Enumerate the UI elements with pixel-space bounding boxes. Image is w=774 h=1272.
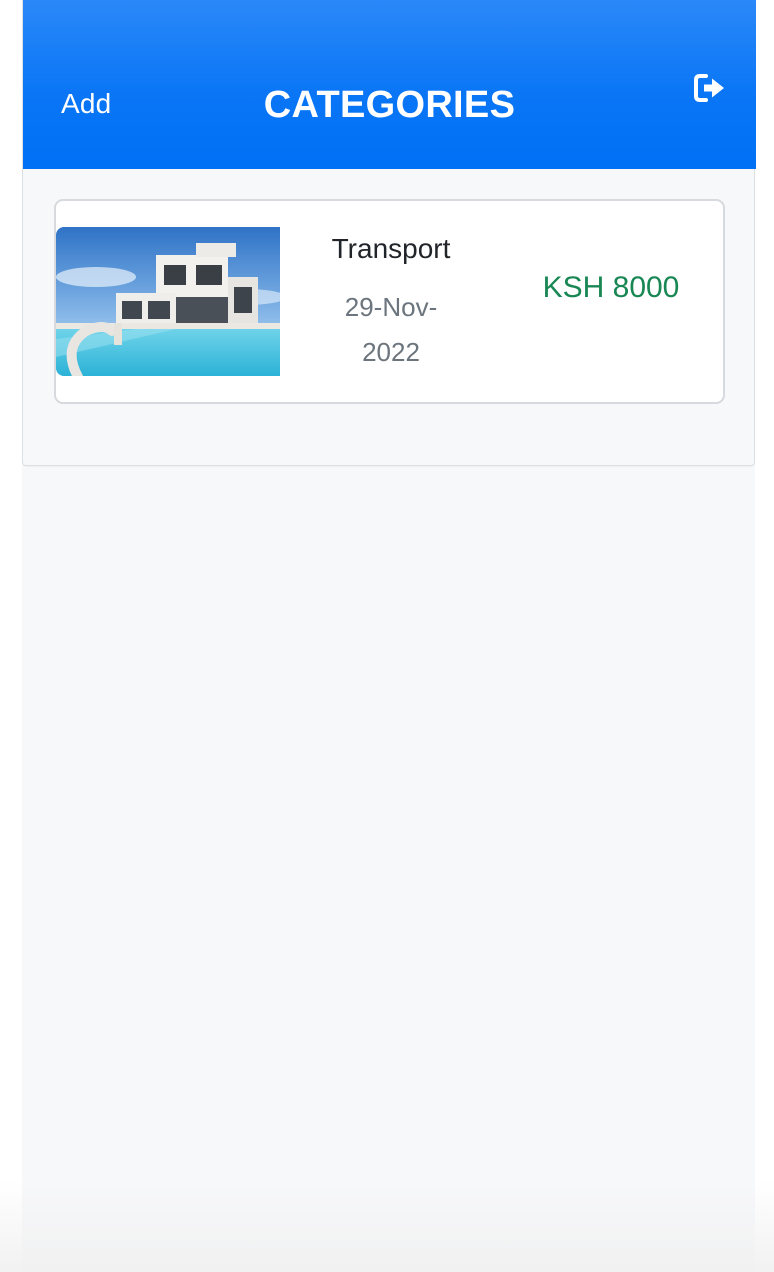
- category-card[interactable]: Transport 29-Nov-2022 KSH 8000: [54, 199, 725, 404]
- page-title: CATEGORIES: [263, 84, 516, 126]
- categories-panel: Add CATEGORIES Transport 29-Nov-2022 KSH…: [22, 0, 756, 466]
- app-header: Add CATEGORIES: [23, 0, 756, 169]
- category-amount: KSH 8000: [542, 271, 680, 304]
- category-date: 29-Nov-2022: [344, 292, 438, 367]
- app-screen: Add CATEGORIES Transport 29-Nov-2022 KSH…: [22, 0, 756, 1272]
- category-name: Transport: [331, 233, 451, 264]
- category-image: [56, 227, 280, 376]
- sign-out-icon[interactable]: [693, 72, 727, 104]
